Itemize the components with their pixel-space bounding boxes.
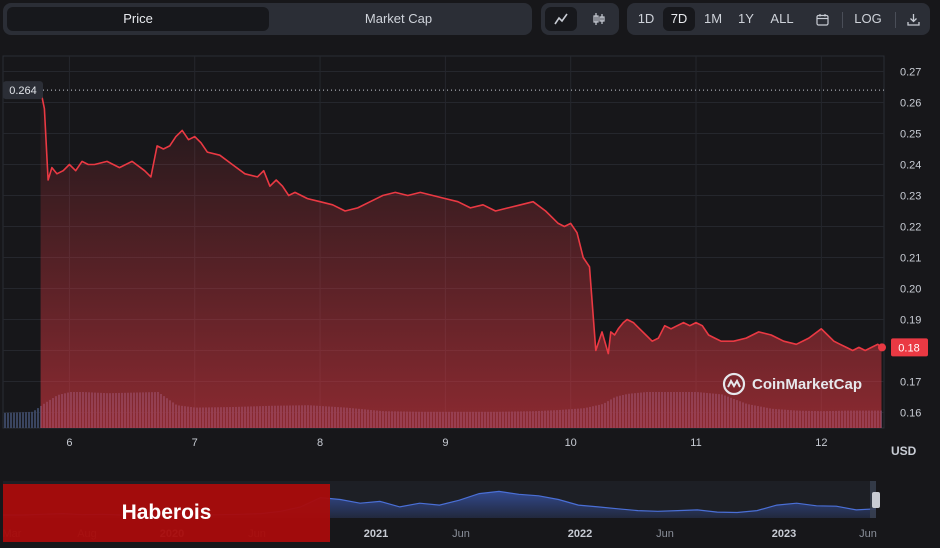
volume-bar — [31, 411, 33, 428]
navigator-tick-label: 2022 — [568, 528, 592, 540]
x-tick-label: 6 — [66, 437, 72, 449]
volume-bar — [22, 412, 24, 428]
navigator-handle[interactable] — [872, 492, 880, 508]
watermark-text: CoinMarketCap — [752, 375, 863, 393]
x-tick-label: 7 — [192, 437, 198, 449]
y-tick-label: 0.26 — [900, 98, 921, 110]
price-chart[interactable]: 0.27 0.26 0.25 0.24 0.23 0.22 0.21 0.20 0.19 0.18… — [0, 0, 940, 543]
coinmarketcap-logo-icon — [722, 372, 746, 396]
x-tick-label: 8 — [317, 437, 323, 449]
volume-bar — [13, 412, 15, 428]
volume-bar — [25, 412, 27, 428]
x-tick-label: 12 — [815, 437, 827, 449]
navigator-tick-label: Jun — [859, 528, 877, 540]
y-tick-label: 0.17 — [900, 377, 921, 389]
y-tick-label: 0.20 — [900, 284, 921, 296]
current-price-dot — [878, 343, 886, 352]
y-tick-label: 0.16 — [900, 408, 921, 420]
y-tick-label: 0.24 — [900, 160, 921, 172]
y-axis: 0.27 0.26 0.25 0.24 0.23 0.22 0.21 0.20 0.19 0.18… — [900, 67, 921, 420]
high-price-label: 0.264 — [9, 85, 37, 97]
volume-bar — [4, 412, 6, 428]
y-tick-label: 0.23 — [900, 191, 921, 203]
x-axis: 6 7 8 9 10 11 12 — [66, 437, 827, 449]
volume-bar — [37, 408, 39, 428]
navigator-tick-label: 2023 — [772, 528, 796, 540]
current-price-label: 0.18 — [898, 342, 919, 354]
volume-bar — [16, 412, 18, 428]
price-chart-svg: 0.27 0.26 0.25 0.24 0.23 0.22 0.21 0.20 0.19 0.18… — [2, 55, 928, 540]
volume-bar — [7, 412, 9, 428]
y-tick-label: 0.25 — [900, 129, 921, 141]
x-tick-label: 10 — [565, 437, 577, 449]
volume-bar — [19, 412, 21, 428]
y-tick-label: 0.22 — [900, 222, 921, 234]
x-tick-label: 11 — [690, 437, 701, 449]
navigator-tick-label: Jun — [452, 528, 470, 540]
currency-label: USD — [891, 444, 917, 458]
y-tick-label: 0.19 — [900, 315, 921, 327]
volume-bar — [28, 411, 30, 428]
x-tick-label: 9 — [442, 437, 448, 449]
volume-bar — [34, 410, 36, 428]
y-tick-label: 0.21 — [900, 253, 921, 265]
volume-bar — [10, 412, 12, 428]
y-tick-label: 0.27 — [900, 67, 921, 79]
navigator-tick-label: Jun — [656, 528, 674, 540]
brand-overlay-text: Haberois — [121, 501, 212, 524]
navigator-tick-label: 2021 — [364, 528, 388, 540]
watermark: CoinMarketCap — [722, 372, 862, 396]
